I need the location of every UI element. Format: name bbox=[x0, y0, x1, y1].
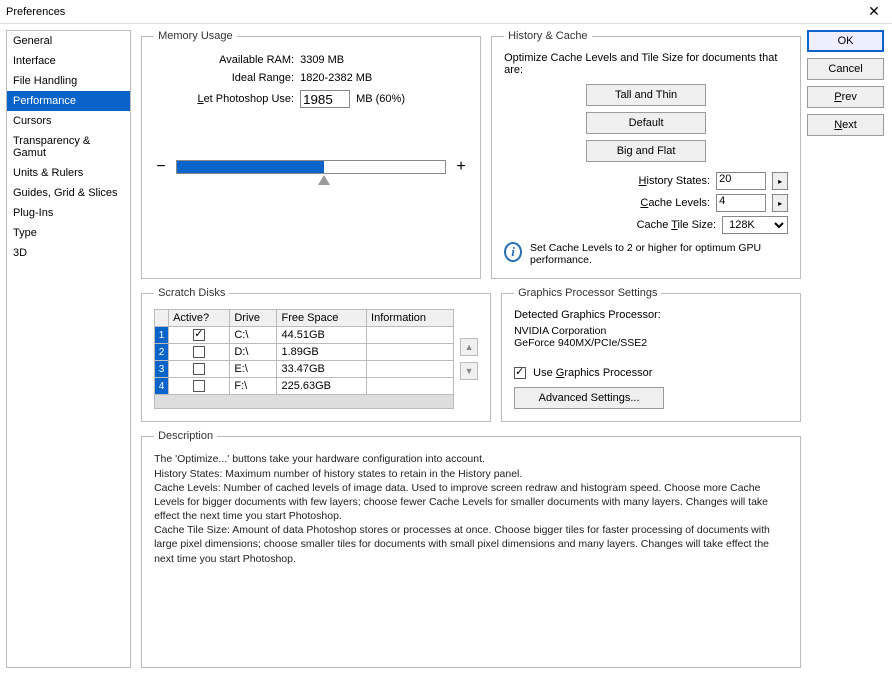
sidebar-item-type[interactable]: Type bbox=[7, 223, 130, 243]
sidebar-item-units-rulers[interactable]: Units & Rulers bbox=[7, 163, 130, 183]
detected-gpu-label: Detected Graphics Processor: bbox=[514, 309, 788, 321]
sidebar-item-interface[interactable]: Interface bbox=[7, 51, 130, 71]
col-active[interactable]: Active? bbox=[169, 310, 230, 327]
gpu-vendor: NVIDIA Corporation bbox=[514, 325, 788, 337]
col-drive[interactable]: Drive bbox=[230, 310, 277, 327]
cache-levels-label: Cache Levels: bbox=[640, 197, 710, 209]
description-text: The 'Optimize...' buttons take your hard… bbox=[154, 452, 788, 565]
memory-slider-thumb[interactable] bbox=[318, 175, 330, 185]
prev-button[interactable]: Prev bbox=[807, 86, 884, 108]
cache-tile-size-select[interactable]: 128K bbox=[722, 216, 788, 234]
scratch-disks-group: Scratch Disks Active? Drive Free Space I… bbox=[141, 287, 491, 422]
available-ram-value: 3309 MB bbox=[300, 54, 344, 66]
scratch-disks-table: Active? Drive Free Space Information 1 C… bbox=[154, 309, 454, 395]
scratch-scrollbar[interactable] bbox=[154, 395, 454, 409]
history-cache-group: History & Cache Optimize Cache Levels an… bbox=[491, 30, 801, 279]
table-row[interactable]: 4 F:\ 225.63GB bbox=[155, 378, 454, 395]
big-flat-button[interactable]: Big and Flat bbox=[586, 140, 706, 162]
table-row[interactable]: 3 E:\ 33.47GB bbox=[155, 361, 454, 378]
col-info[interactable]: Information bbox=[367, 310, 454, 327]
description-legend: Description bbox=[154, 430, 217, 442]
memory-usage-group: Memory Usage Available RAM: 3309 MB Idea… bbox=[141, 30, 481, 279]
memory-increase-button[interactable]: + bbox=[454, 158, 468, 176]
memory-input[interactable] bbox=[300, 90, 350, 108]
tall-thin-button[interactable]: Tall and Thin bbox=[586, 84, 706, 106]
graphics-processor-legend: Graphics Processor Settings bbox=[514, 287, 661, 299]
history-cache-legend: History & Cache bbox=[504, 30, 591, 42]
scratch-disks-legend: Scratch Disks bbox=[154, 287, 229, 299]
ok-button[interactable]: OK bbox=[807, 30, 884, 52]
graphics-processor-group: Graphics Processor Settings Detected Gra… bbox=[501, 287, 801, 422]
cancel-button[interactable]: Cancel bbox=[807, 58, 884, 80]
sidebar-item-transparency-gamut[interactable]: Transparency & Gamut bbox=[7, 131, 130, 163]
active-checkbox[interactable] bbox=[193, 380, 205, 392]
category-sidebar: General Interface File Handling Performa… bbox=[6, 30, 131, 668]
memory-decrease-button[interactable]: − bbox=[154, 158, 168, 176]
table-row[interactable]: 1 C:\ 44.51GB bbox=[155, 327, 454, 344]
default-button[interactable]: Default bbox=[586, 112, 706, 134]
memory-suffix: MB (60%) bbox=[356, 93, 405, 105]
sidebar-item-cursors[interactable]: Cursors bbox=[7, 111, 130, 131]
optimize-text: Optimize Cache Levels and Tile Size for … bbox=[504, 52, 788, 76]
cache-info-text: Set Cache Levels to 2 or higher for opti… bbox=[530, 242, 788, 266]
memory-usage-legend: Memory Usage bbox=[154, 30, 237, 42]
window-title: Preferences bbox=[6, 6, 65, 18]
sidebar-item-file-handling[interactable]: File Handling bbox=[7, 71, 130, 91]
active-checkbox[interactable] bbox=[193, 363, 205, 375]
memory-slider[interactable] bbox=[176, 160, 446, 174]
let-photoshop-use-label: Let Photoshop Use: bbox=[154, 93, 294, 105]
history-states-input[interactable]: 20 bbox=[716, 172, 766, 190]
active-checkbox[interactable] bbox=[193, 346, 205, 358]
next-button[interactable]: Next bbox=[807, 114, 884, 136]
sidebar-item-guides-grid-slices[interactable]: Guides, Grid & Slices bbox=[7, 183, 130, 203]
history-states-stepper[interactable]: ▸ bbox=[772, 172, 788, 190]
use-gpu-checkbox[interactable] bbox=[514, 367, 526, 379]
table-row[interactable]: 2 D:\ 1.89GB bbox=[155, 344, 454, 361]
use-gpu-label: Use Graphics Processor bbox=[533, 367, 652, 379]
close-icon[interactable]: ✕ bbox=[862, 3, 886, 20]
description-group: Description The 'Optimize...' buttons ta… bbox=[141, 430, 801, 668]
memory-slider-fill bbox=[177, 161, 324, 173]
info-icon: i bbox=[504, 242, 522, 262]
ideal-range-label: Ideal Range: bbox=[154, 72, 294, 84]
ideal-range-value: 1820-2382 MB bbox=[300, 72, 372, 84]
sidebar-item-3d[interactable]: 3D bbox=[7, 243, 130, 263]
sidebar-item-performance[interactable]: Performance bbox=[7, 91, 130, 111]
move-down-button[interactable]: ▼ bbox=[460, 362, 478, 380]
cache-levels-input[interactable]: 4 bbox=[716, 194, 766, 212]
advanced-settings-button[interactable]: Advanced Settings... bbox=[514, 387, 664, 409]
gpu-model: GeForce 940MX/PCIe/SSE2 bbox=[514, 337, 788, 349]
available-ram-label: Available RAM: bbox=[154, 54, 294, 66]
active-checkbox[interactable] bbox=[193, 329, 205, 341]
history-states-label: History States: bbox=[639, 175, 711, 187]
cache-tile-size-label: Cache Tile Size: bbox=[637, 219, 717, 231]
sidebar-item-general[interactable]: General bbox=[7, 31, 130, 51]
sidebar-item-plug-ins[interactable]: Plug-Ins bbox=[7, 203, 130, 223]
cache-levels-stepper[interactable]: ▸ bbox=[772, 194, 788, 212]
col-free[interactable]: Free Space bbox=[277, 310, 367, 327]
move-up-button[interactable]: ▲ bbox=[460, 338, 478, 356]
